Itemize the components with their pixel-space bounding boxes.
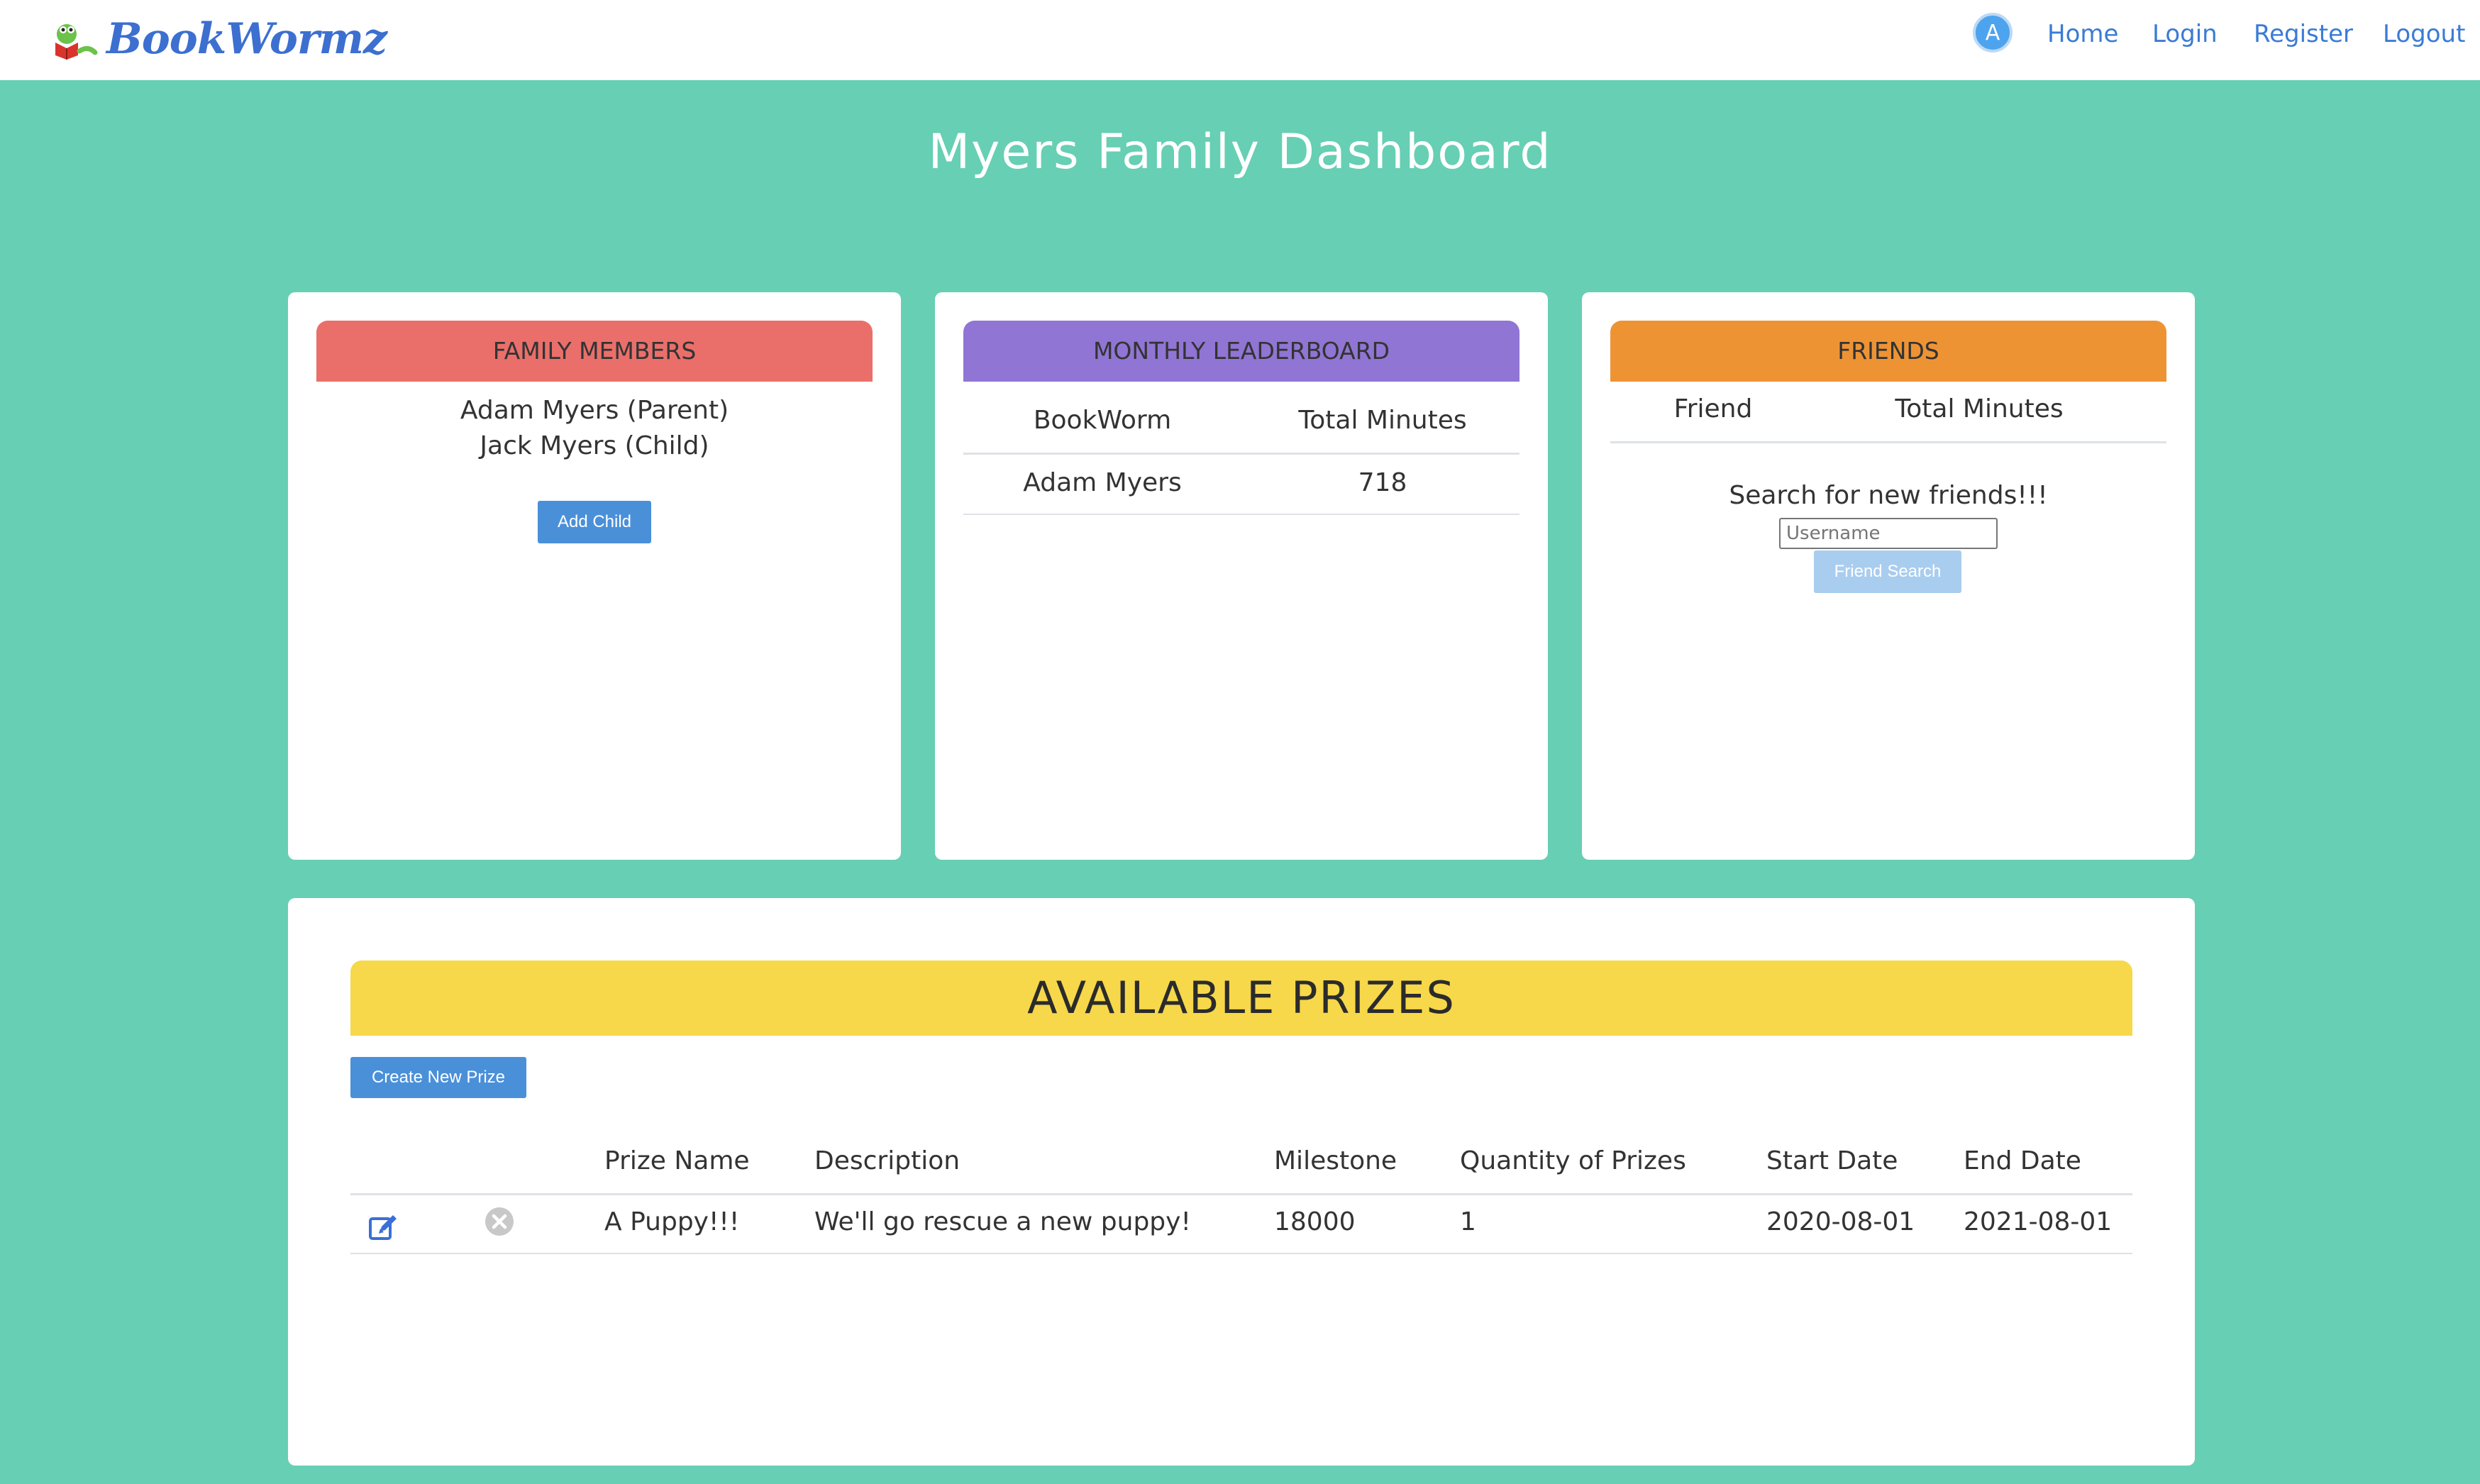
prizes-col-name: Prize Name [604, 1146, 750, 1175]
prize-name-cell: A Puppy!!! [604, 1207, 740, 1236]
friends-header-rule [1610, 441, 2166, 443]
prizes-header-rule [350, 1193, 2132, 1195]
leaderboard-col-minutes: Total Minutes [1298, 406, 1467, 435]
prize-start-date-cell: 2020-08-01 [1766, 1207, 1915, 1236]
friend-search-prompt: Search for new friends!!! [1729, 481, 2048, 510]
friends-header: FRIENDS [1610, 321, 2166, 382]
nav-login-link[interactable]: Login [2152, 20, 2218, 48]
friends-col-friend: Friend [1673, 394, 1753, 423]
prize-quantity-cell: 1 [1460, 1207, 1476, 1236]
prizes-card: AVAILABLE PRIZES Create New Prize Prize … [288, 898, 2195, 1466]
page-title: Myers Family Dashboard [928, 124, 1552, 180]
close-circle-icon[interactable] [484, 1206, 515, 1237]
nav-register-link[interactable]: Register [2254, 20, 2353, 48]
nav-logout-link[interactable]: Logout [2383, 20, 2465, 48]
friends-card: FRIENDS Friend Total Minutes Search for … [1582, 292, 2195, 860]
family-members-card: FAMILY MEMBERS Adam Myers (Parent) Jack … [288, 292, 901, 860]
leaderboard-header: MONTHLY LEADERBOARD [963, 321, 1519, 382]
leaderboard-header-rule [963, 453, 1519, 455]
add-child-button[interactable]: Add Child [538, 501, 651, 543]
prizes-row-rule [350, 1253, 2132, 1254]
family-member-parent: Adam Myers (Parent) [460, 396, 729, 425]
prizes-col-end-date: End Date [1964, 1146, 2081, 1175]
bookworm-logo-icon [55, 24, 98, 60]
friends-col-minutes: Total Minutes [1895, 394, 2064, 423]
brand-logo[interactable]: BookWormz [51, 7, 387, 71]
family-member-child: Jack Myers (Child) [480, 431, 709, 460]
brand-name: BookWormz [106, 14, 387, 64]
nav-home-link[interactable]: Home [2047, 20, 2118, 48]
friend-search-button[interactable]: Friend Search [1814, 550, 1961, 593]
family-members-header: FAMILY MEMBERS [316, 321, 873, 382]
prizes-col-quantity: Quantity of Prizes [1460, 1146, 1686, 1175]
friend-username-input[interactable] [1779, 518, 1998, 549]
prizes-col-milestone: Milestone [1274, 1146, 1397, 1175]
prize-milestone-cell: 18000 [1274, 1207, 1356, 1236]
navbar: BookWormz A Home Login Register Logout [0, 0, 2480, 80]
prizes-col-description: Description [814, 1146, 961, 1175]
prize-description-cell: We'll go rescue a new puppy! [814, 1207, 1191, 1236]
leaderboard-row-rule [963, 514, 1519, 515]
edit-icon[interactable] [367, 1212, 399, 1243]
leaderboard-card: MONTHLY LEADERBOARD BookWorm Total Minut… [935, 292, 1548, 860]
user-avatar[interactable]: A [1973, 13, 2013, 52]
leaderboard-row-minutes: 718 [1358, 468, 1407, 497]
leaderboard-col-bookworm: BookWorm [1033, 406, 1172, 435]
prizes-col-start-date: Start Date [1766, 1146, 1898, 1175]
prize-end-date-cell: 2021-08-01 [1964, 1207, 2113, 1236]
create-new-prize-button[interactable]: Create New Prize [350, 1057, 526, 1098]
leaderboard-row-name: Adam Myers [1023, 468, 1182, 497]
prizes-header: AVAILABLE PRIZES [350, 960, 2132, 1036]
